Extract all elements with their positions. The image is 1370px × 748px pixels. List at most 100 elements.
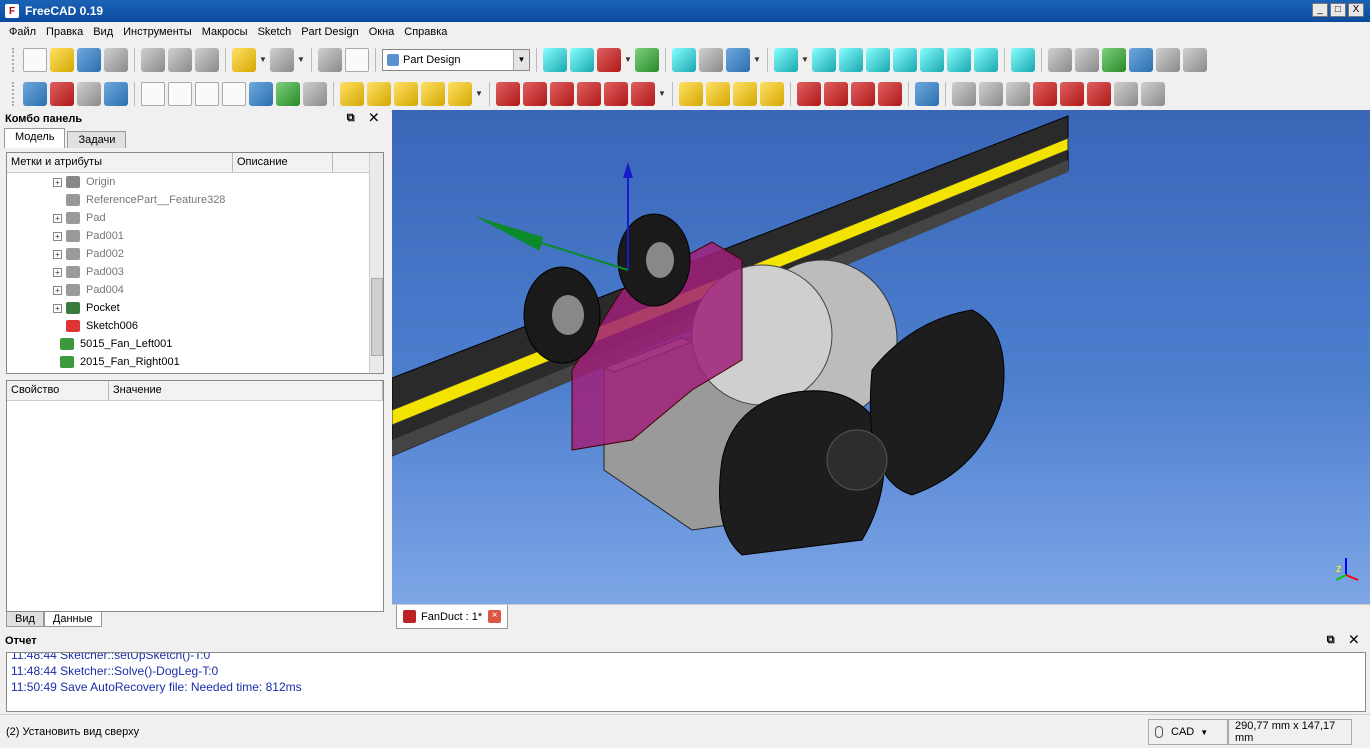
print-icon[interactable] [104, 47, 128, 72]
create-sketch-icon[interactable] [50, 81, 74, 106]
design-table-icon[interactable] [1060, 81, 1084, 106]
expand-icon[interactable]: + [53, 285, 62, 295]
additive-dropdown-icon[interactable]: ▼ [475, 89, 483, 98]
expand-icon[interactable]: + [53, 231, 62, 241]
fillet-icon[interactable] [797, 81, 821, 106]
fit-selection-icon[interactable] [570, 47, 594, 72]
subtractive-helix-icon[interactable] [631, 81, 655, 106]
menu-edit[interactable]: Правка [41, 26, 88, 38]
menu-tools[interactable]: Инструменты [118, 26, 197, 38]
sync-dropdown-icon[interactable]: ▼ [753, 55, 761, 64]
draft-icon[interactable] [851, 81, 875, 106]
group-icon[interactable] [1129, 47, 1153, 72]
datum-point-icon[interactable] [141, 81, 165, 106]
3d-viewport[interactable]: z [392, 110, 1370, 604]
tree-item[interactable]: + Pocket [7, 299, 383, 317]
tree-item[interactable]: + Pad003 [7, 263, 383, 281]
edit-sketch-icon[interactable] [104, 81, 128, 106]
create-body-icon[interactable] [1102, 47, 1126, 72]
local-cs-icon[interactable] [222, 81, 246, 106]
tree-scrollbar[interactable] [369, 153, 383, 373]
datum-line-icon[interactable] [168, 81, 192, 106]
involute-gear-icon[interactable] [1006, 81, 1030, 106]
hole-icon[interactable] [523, 81, 547, 106]
subtractive-pipe-icon[interactable] [604, 81, 628, 106]
expand-icon[interactable]: + [53, 213, 62, 223]
menu-view[interactable]: Вид [88, 26, 118, 38]
panel-float-close-icon[interactable]: ⧉ ✕ [1327, 634, 1364, 647]
extra-tool-2-icon[interactable] [1141, 81, 1165, 106]
back-arrow-icon[interactable] [672, 47, 696, 72]
shaft-wizard-icon[interactable] [1033, 81, 1057, 106]
view-isometric-icon[interactable] [812, 47, 836, 72]
maximize-button[interactable]: □ [1330, 3, 1346, 17]
paste-icon[interactable] [195, 47, 219, 72]
menu-help[interactable]: Справка [399, 26, 452, 38]
save-icon[interactable] [77, 47, 101, 72]
split-icon[interactable] [1087, 81, 1111, 106]
open-icon[interactable] [50, 47, 74, 72]
tree-item[interactable]: + Origin [7, 173, 383, 191]
revolution-icon[interactable] [367, 81, 391, 106]
toolbar-grip[interactable] [12, 81, 16, 106]
link-sub-icon[interactable] [1183, 47, 1207, 72]
refresh-icon[interactable] [318, 47, 342, 72]
new-document-icon[interactable] [23, 47, 47, 72]
tree-header-description[interactable]: Описание [233, 153, 333, 172]
view-front-icon[interactable] [839, 47, 863, 72]
tree-item[interactable]: Sketch006 [7, 317, 383, 335]
datum-plane-icon[interactable] [195, 81, 219, 106]
thickness-icon[interactable] [878, 81, 902, 106]
subtractive-loft-icon[interactable] [577, 81, 601, 106]
body-icon[interactable] [1075, 47, 1099, 72]
menu-part-design[interactable]: Part Design [296, 26, 363, 38]
tree-item[interactable]: 2015_Fan_Right001 [7, 353, 383, 371]
view-left-icon[interactable] [974, 47, 998, 72]
tree-header-labels[interactable]: Метки и атрибуты [7, 153, 233, 172]
menu-sketch[interactable]: Sketch [253, 26, 297, 38]
subshape-binder-icon[interactable] [276, 81, 300, 106]
std-views-icon[interactable] [774, 47, 798, 72]
tree-item[interactable]: + Pad001 [7, 227, 383, 245]
link-icon[interactable] [1156, 47, 1180, 72]
expand-icon[interactable]: + [53, 303, 62, 313]
bounding-box-icon[interactable] [635, 47, 659, 72]
draw-style-dropdown-icon[interactable]: ▼ [624, 55, 632, 64]
linear-pattern-icon[interactable] [706, 81, 730, 106]
clone-icon[interactable] [303, 81, 327, 106]
view-bottom-icon[interactable] [947, 47, 971, 72]
multi-transform-icon[interactable] [760, 81, 784, 106]
prop-header-property[interactable]: Свойство [7, 381, 109, 400]
close-icon[interactable]: × [488, 610, 502, 623]
report-log[interactable]: 11:48:44 Sketcher::setUpSketch()-T:0 11:… [6, 652, 1366, 712]
cut-icon[interactable] [141, 47, 165, 72]
expand-icon[interactable]: + [53, 249, 62, 259]
subtractive-dropdown-icon[interactable]: ▼ [658, 89, 666, 98]
menu-windows[interactable]: Окна [364, 26, 400, 38]
close-button[interactable]: X [1348, 3, 1364, 17]
redo-icon[interactable] [270, 47, 294, 72]
create-body-icon[interactable] [23, 81, 47, 106]
expand-icon[interactable]: + [53, 267, 62, 277]
tree-item[interactable]: + Pad002 [7, 245, 383, 263]
expand-icon[interactable]: + [53, 177, 62, 187]
forward-arrow-icon[interactable] [699, 47, 723, 72]
boolean-icon[interactable] [915, 81, 939, 106]
menu-file[interactable]: Файл [4, 26, 41, 38]
draw-style-icon[interactable] [597, 47, 621, 72]
mirrored-icon[interactable] [679, 81, 703, 106]
tree-item[interactable]: ReferencePart__Feature328 [7, 191, 383, 209]
migrate-icon[interactable] [952, 81, 976, 106]
menu-macros[interactable]: Макросы [197, 26, 253, 38]
undo-icon[interactable] [232, 47, 256, 72]
polar-pattern-icon[interactable] [733, 81, 757, 106]
tab-model[interactable]: Модель [4, 128, 66, 148]
loft-icon[interactable] [394, 81, 418, 106]
navigation-style-button[interactable]: CAD ▼ [1148, 719, 1228, 745]
toolbar-grip[interactable] [12, 47, 16, 72]
tab-view[interactable]: Вид [6, 612, 44, 627]
views-dropdown-icon[interactable]: ▼ [801, 55, 809, 64]
document-tab[interactable]: FanDuct : 1* × [396, 605, 509, 629]
prop-header-value[interactable]: Значение [109, 381, 383, 400]
minimize-button[interactable]: _ [1312, 3, 1328, 17]
